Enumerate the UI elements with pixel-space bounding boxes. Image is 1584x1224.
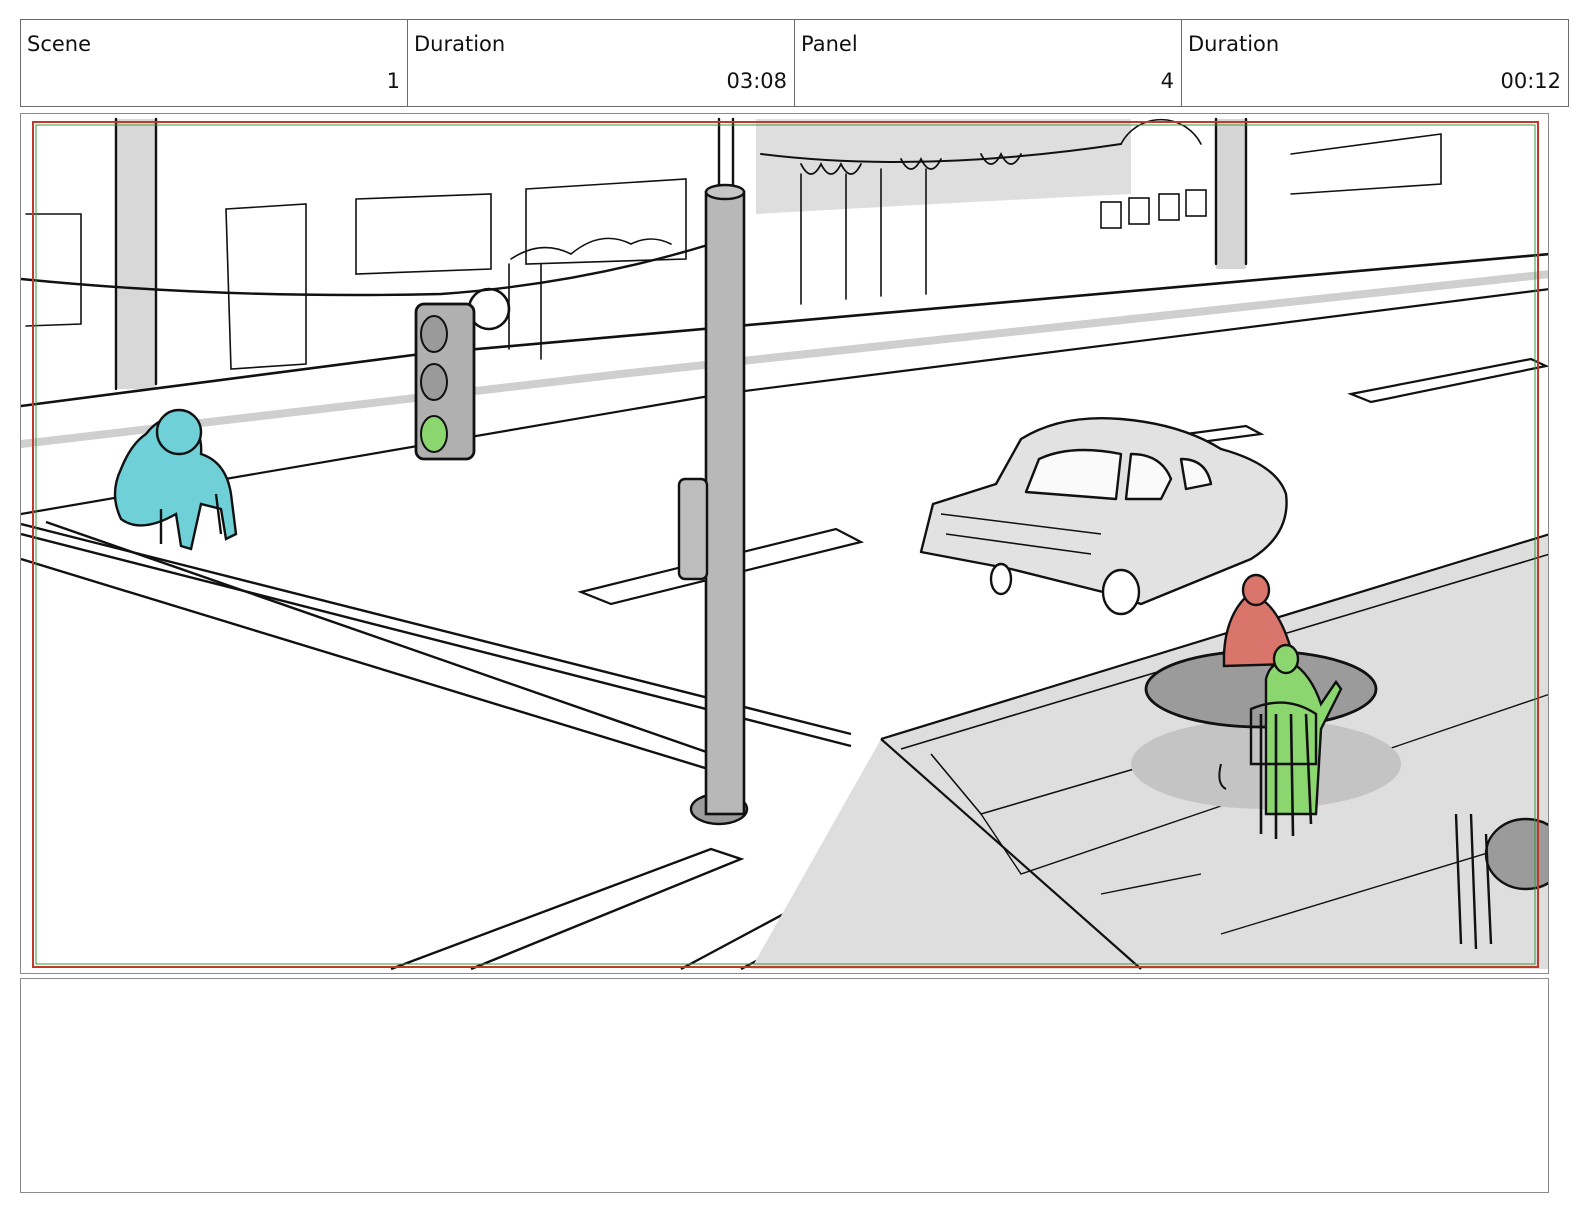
panel-value: 4 bbox=[1160, 69, 1174, 93]
scene-cell: Scene 1 bbox=[21, 20, 408, 106]
scene-duration-cell: Duration 03:08 bbox=[408, 20, 795, 106]
car-sketch bbox=[919, 416, 1288, 616]
scene-duration-value: 03:08 bbox=[726, 69, 787, 93]
panel-notes-box[interactable] bbox=[20, 978, 1549, 1193]
panel-header: Scene 1 Duration 03:08 Panel 4 Duration … bbox=[20, 19, 1569, 107]
panel-label: Panel bbox=[801, 32, 858, 56]
street-corner-sketch bbox=[21, 117, 1548, 971]
scene-value: 1 bbox=[386, 69, 400, 93]
storyboard-frame bbox=[20, 113, 1549, 974]
panel-duration-cell: Duration 00:12 bbox=[1182, 20, 1568, 106]
scene-label: Scene bbox=[27, 32, 92, 56]
panel-duration-value: 00:12 bbox=[1500, 69, 1561, 93]
scene-duration-label: Duration bbox=[414, 32, 506, 56]
panel-cell: Panel 4 bbox=[795, 20, 1182, 106]
traffic-pole bbox=[677, 183, 749, 826]
panel-duration-label: Duration bbox=[1188, 32, 1280, 56]
